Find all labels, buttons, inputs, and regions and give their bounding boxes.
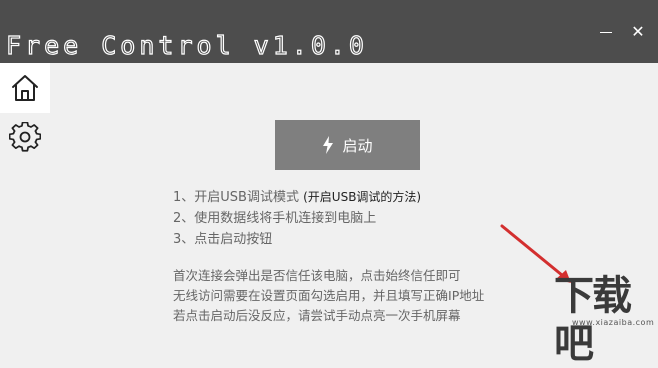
start-button-label: 启动 [342,136,373,155]
minimize-button[interactable] [596,22,616,42]
watermark-logo: 下载吧 www.xiazaiba.com [548,272,658,367]
list-item: 3、点击启动按钮 [173,232,273,247]
step-text: 1、开启USB调试模式 [173,190,299,205]
close-icon: ✕ [631,22,645,41]
start-button[interactable]: 启动 [275,120,420,170]
list-item: 1、开启USB调试模式 (开启USB调试的方法) [173,187,633,208]
title-bar: Free Control v1.0.0 ✕ [0,0,658,63]
sidebar-item-home[interactable] [0,63,50,113]
sidebar [0,63,50,340]
sidebar-item-settings[interactable] [0,113,50,163]
app-title: Free Control v1.0.0 [5,30,368,60]
usb-debug-help-link[interactable]: (开启USB调试的方法) [303,190,421,204]
lightning-icon [323,136,334,154]
minimize-icon [600,32,612,33]
watermark-url: www.xiazaiba.com [572,318,655,327]
gear-icon [9,122,41,152]
close-button[interactable]: ✕ [628,22,648,42]
list-item: 2、使用数据线将手机连接到电脑上 [173,211,377,226]
home-icon [12,75,38,101]
instruction-steps: 1、开启USB调试模式 (开启USB调试的方法) 2、使用数据线将手机连接到电脑… [173,187,633,250]
